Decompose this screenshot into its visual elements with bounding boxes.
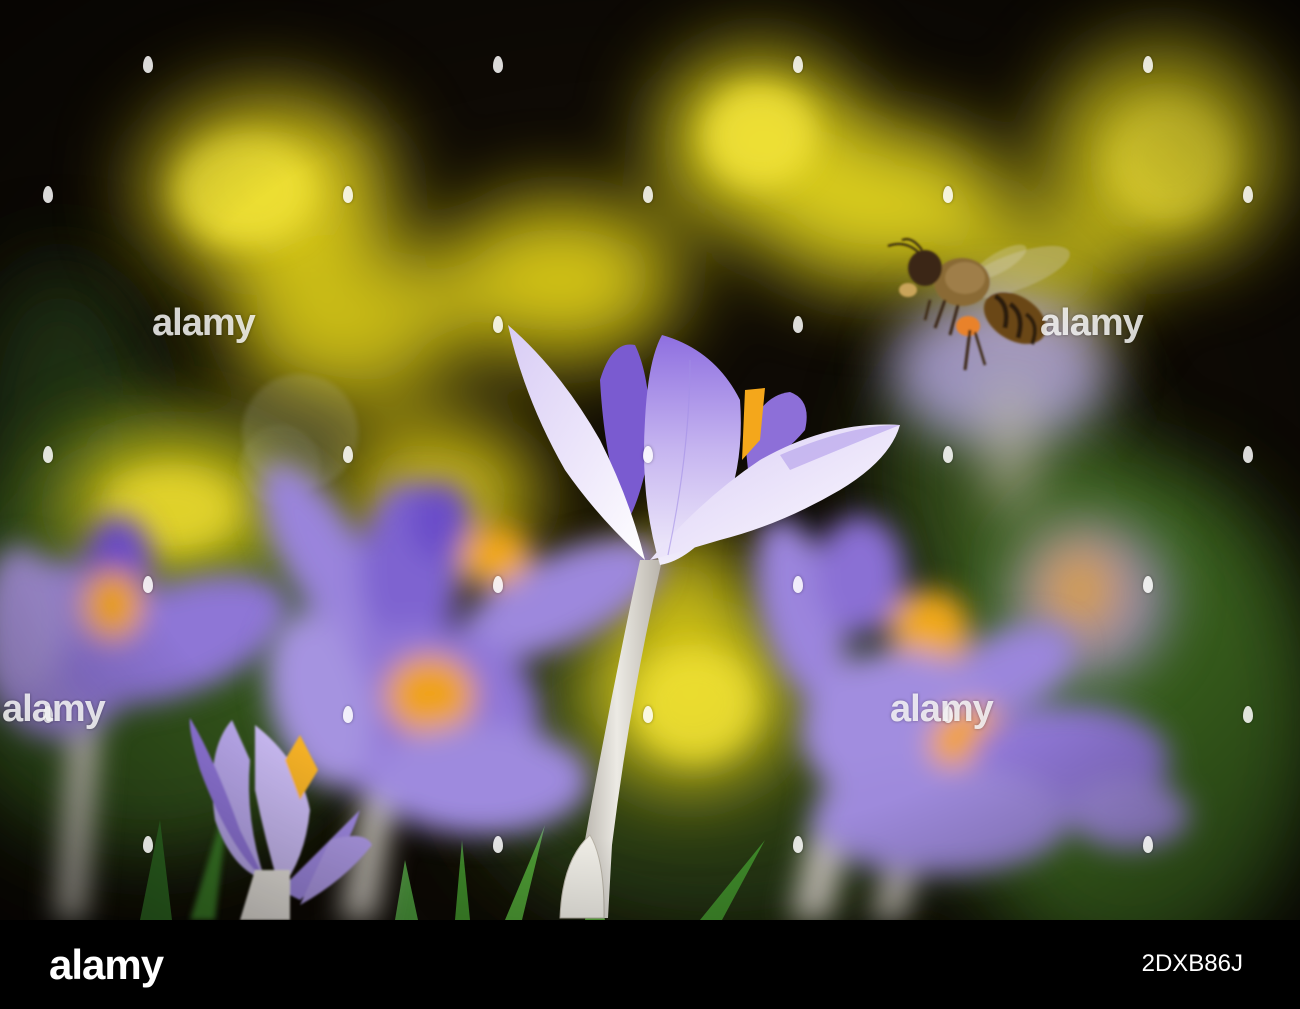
watermark-pin: [1243, 186, 1253, 203]
photo: alamy alamy alamy alamy: [0, 0, 1300, 920]
watermark-pin: [643, 446, 653, 463]
watermark-pin: [643, 706, 653, 723]
watermark-pin: [493, 836, 503, 853]
watermark-pin: [1143, 836, 1153, 853]
watermark-pin: [343, 446, 353, 463]
watermark-pin: [493, 56, 503, 73]
watermark-pin: [793, 316, 803, 333]
watermark-alamy: alamy: [2, 688, 106, 730]
watermark-pin: [943, 186, 953, 203]
watermark-pin: [43, 446, 53, 463]
watermark-pin: [793, 836, 803, 853]
watermark-pin: [343, 186, 353, 203]
watermark-pin: [143, 56, 153, 73]
watermark-pin: [43, 186, 53, 203]
watermark-alamy: alamy: [1040, 302, 1144, 344]
watermark-pin: [1243, 446, 1253, 463]
watermark-alamy: alamy: [152, 302, 256, 344]
footer-bar: alamy 2DXB86J: [0, 920, 1300, 1009]
image-id: 2DXB86J: [1141, 950, 1243, 977]
watermark-pin: [943, 446, 953, 463]
footer-logo: alamy: [49, 941, 164, 988]
watermark-pin: [643, 186, 653, 203]
watermark-pin: [793, 576, 803, 593]
watermark-pin: [1143, 576, 1153, 593]
watermark-pin: [143, 836, 153, 853]
watermark-pin: [143, 576, 153, 593]
watermark-pin: [793, 56, 803, 73]
watermark-pin: [1243, 706, 1253, 723]
watermark-pin: [493, 316, 503, 333]
watermark-pin: [343, 706, 353, 723]
watermark-alamy: alamy: [890, 688, 994, 730]
watermark-pin: [1143, 56, 1153, 73]
watermark-pin: [493, 576, 503, 593]
